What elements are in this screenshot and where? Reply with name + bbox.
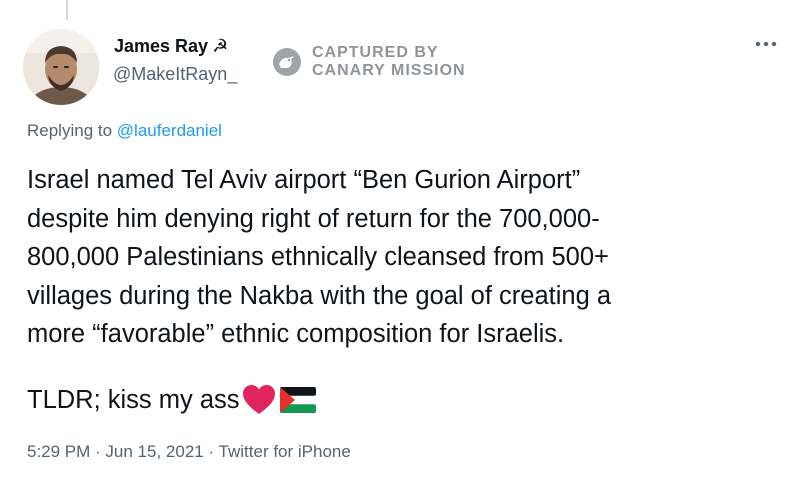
more-dots-icon (755, 41, 777, 47)
watermark-line-1: CAPTURED BY (312, 44, 439, 61)
avatar[interactable] (23, 29, 99, 105)
tweet-line: 800,000 Palestinians ethnically cleansed… (27, 243, 609, 271)
tweet-line: more “favorable” ethnic composition for … (27, 320, 565, 348)
tweet-closing-line: TLDR; kiss my ass (27, 381, 316, 419)
reply-mention-link[interactable]: @lauferdaniel (117, 121, 222, 140)
meta-separator: · (90, 442, 106, 461)
thread-connector-line (66, 0, 68, 20)
avatar-photo (23, 29, 99, 105)
tweet-closing-text: TLDR; kiss my ass (27, 386, 240, 414)
replying-to: Replying to @lauferdaniel (27, 121, 222, 141)
watermark-line-2: CANARY MISSION (312, 62, 466, 79)
tweet-line: villages during the Nakba with the goal … (27, 281, 612, 310)
tweet-text: Israel named Tel Aviv airport “Ben Gurio… (27, 161, 777, 354)
tweet-date[interactable]: Jun 15, 2021 (105, 442, 203, 461)
hammer-sickle-icon: ☭ (212, 36, 229, 56)
tweet-source[interactable]: Twitter for iPhone (219, 442, 351, 461)
palestine-flag-icon (279, 387, 316, 413)
tweet-line: Israel named Tel Aviv airport “Ben Gurio… (27, 166, 581, 194)
replying-to-label: Replying to (27, 121, 117, 140)
canary-mission-watermark: CAPTURED BY CANARY MISSION (272, 44, 466, 80)
author-name-row[interactable]: James Ray ☭ (114, 36, 228, 57)
tweet-metadata: 5:29 PM · Jun 15, 2021 · Twitter for iPh… (27, 442, 351, 462)
more-options-button[interactable] (750, 32, 782, 56)
meta-separator: · (203, 442, 219, 461)
red-heart-icon (242, 385, 275, 414)
canary-bird-icon (273, 48, 301, 76)
author-handle[interactable]: @MakeItRayn_ (113, 64, 237, 85)
tweet-line: despite him denying right of return for … (27, 204, 600, 233)
tweet-card: James Ray ☭ @MakeItRayn_ CAPTURED BY CAN… (0, 0, 800, 485)
tweet-time[interactable]: 5:29 PM (27, 442, 90, 461)
author-display-name[interactable]: James Ray (114, 36, 208, 57)
